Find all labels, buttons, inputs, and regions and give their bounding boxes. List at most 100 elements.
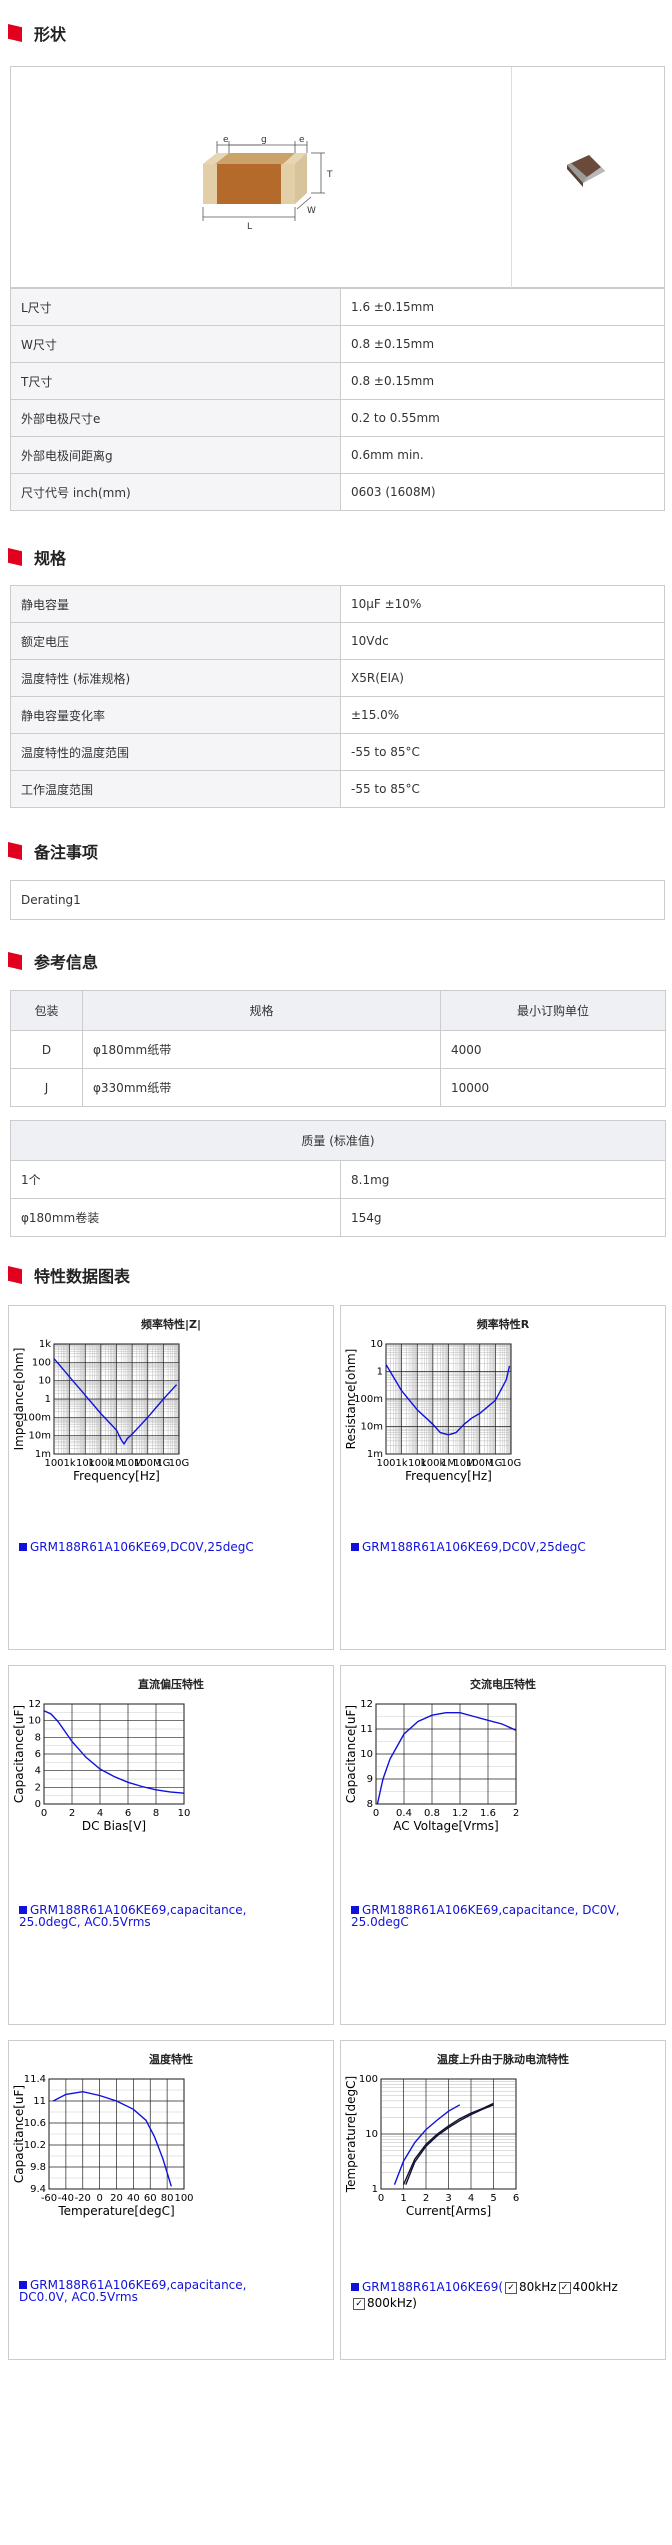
x-tick-label: 0.4: [396, 1808, 412, 1819]
table-row: 尺寸代号 inch(mm) 0603 (1608M): [10, 473, 665, 511]
y-tick-label: 11.4: [24, 2074, 46, 2085]
y-axis-label: Capacitance[uF]: [12, 2085, 26, 2183]
ripple-current-plot: 0 1 2 3 4 5 6110100Current[Arms]Temperature[de…: [344, 2074, 519, 2218]
y-tick-label: 11: [360, 1724, 373, 1735]
x-tick-label: 2: [69, 1808, 75, 1819]
table-row: 温度特性 (标准规格) X5R(EIA): [10, 659, 665, 697]
shape-image-box: e g e T L W: [10, 66, 665, 289]
chart-ac-voltage: 交流电压特性 0 0.4 0.8 1.2 1.6 2 8 9 10 11 12 AC Voltage[…: [340, 1665, 666, 2025]
y-axis-label: Temperature[degC]: [344, 2076, 358, 2193]
chart-temperature: 温度特性 -60 -40 -20 0 20 40 60 80 100 9.4 9.8 10.2 10.6…: [8, 2040, 334, 2360]
table-row: 静电容量变化率 ±15.0%: [10, 696, 665, 734]
x-tick-label: 0: [41, 1808, 47, 1819]
section-flag-icon: [8, 548, 22, 566]
x-axis-label: DC Bias[V]: [82, 1819, 146, 1833]
remarks-note: Derating1: [10, 880, 665, 920]
y-tick-label: 1m: [367, 1449, 383, 1460]
table-row: 额定电压 10Vdc: [10, 622, 665, 660]
x-tick-label: 4: [97, 1808, 103, 1819]
x-tick-label: 8: [153, 1808, 159, 1819]
x-tick-label: 0: [378, 2193, 384, 2204]
y-axis-label: Impedance[ohm]: [12, 1348, 26, 1451]
x-axis-label: Temperature[degC]: [57, 2204, 174, 2218]
dim-e2-label: e: [299, 135, 305, 145]
x-tick-label: 1.6: [480, 1808, 496, 1819]
y-tick-label: 8: [367, 1799, 373, 1810]
x-tick-label: 0: [373, 1808, 379, 1819]
section-flag-icon: [8, 1266, 22, 1284]
chart-legend: GRM188R61A106KE69(✓ 80kHz ✓ 400kHz ✓ 800kHz): [351, 2279, 661, 2311]
y-tick-label: 10.6: [24, 2118, 46, 2129]
x-tick-label: 20: [110, 2193, 123, 2204]
chart-legend: GRM188R61A106KE69,DC0V,25degC: [351, 1541, 586, 1553]
section-remarks-title: 备注事项: [8, 838, 98, 864]
y-tick-label: 100: [359, 2074, 378, 2085]
x-tick-label: 60: [144, 2193, 157, 2204]
y-tick-label: 11: [33, 2096, 46, 2107]
spec-table: 静电容量 10μF ±10% 额定电压 10Vdc 温度特性 (标准规格) X5R(E…: [10, 585, 665, 808]
y-tick-label: 8: [35, 1732, 41, 1743]
table-row: T尺寸 0.8 ±0.15mm: [10, 362, 665, 400]
section-flag-icon: [8, 952, 22, 970]
x-tick-label: 40: [127, 2193, 140, 2204]
x-axis-label: Frequency[Hz]: [73, 1469, 160, 1483]
checkbox-400khz[interactable]: ✓: [558, 2281, 571, 2294]
dim-g-label: g: [261, 135, 267, 145]
x-tick-label: 10G: [501, 1458, 521, 1469]
y-tick-label: 100m: [354, 1394, 383, 1405]
x-tick-label: 10: [178, 1808, 191, 1819]
section-spec-title: 规格: [8, 544, 66, 570]
table-row: 1个 8.1mg: [10, 1160, 666, 1199]
dim-w-label: W: [307, 206, 316, 216]
dim-e-label: e: [223, 135, 229, 145]
checkbox-80khz[interactable]: ✓: [505, 2281, 518, 2294]
y-tick-label: 4: [35, 1766, 41, 1777]
x-tick-label: 3: [445, 2193, 451, 2204]
x-tick-label: 1.2: [452, 1808, 468, 1819]
y-tick-label: 10.2: [24, 2140, 46, 2151]
y-tick-label: 10: [365, 2129, 378, 2140]
chart-resistance: 频率特性R 100 1k 10k 100k 1M 10M 100M 1G 10G 1m 10m 100…: [340, 1305, 666, 1650]
x-tick-label: 0.8: [424, 1808, 440, 1819]
y-tick-label: 10: [360, 1749, 373, 1760]
x-tick-label: 5: [490, 2193, 496, 2204]
y-tick-label: 0: [35, 1799, 41, 1810]
y-axis-label: Resistance[ohm]: [344, 1349, 358, 1450]
table-row: 温度特性的温度范围 -55 to 85°C: [10, 733, 665, 771]
checkbox-800khz[interactable]: ✓: [353, 2297, 365, 2310]
x-axis-label: Current[Arms]: [406, 2204, 491, 2218]
x-axis-label: AC Voltage[Vrms]: [393, 1819, 498, 1833]
table-row: D φ180mm纸带 4000: [10, 1030, 666, 1069]
x-tick-label: 4: [468, 2193, 474, 2204]
dim-t-label: T: [326, 170, 333, 180]
y-tick-label: 2: [35, 1782, 41, 1793]
y-tick-label: 9: [367, 1774, 373, 1785]
section-shape-title: 形状: [8, 20, 66, 46]
x-tick-label: 80: [161, 2193, 174, 2204]
x-tick-label: 6: [513, 2193, 519, 2204]
x-tick-label: 100: [174, 2193, 193, 2204]
y-tick-label: 6: [35, 1749, 41, 1760]
x-tick-label: 10G: [169, 1458, 189, 1469]
table-row: φ180mm卷装 154g: [10, 1198, 666, 1237]
table-row: W尺寸 0.8 ±0.15mm: [10, 325, 665, 363]
x-axis-label: Frequency[Hz]: [405, 1469, 492, 1483]
table-row: 静电容量 10μF ±10%: [10, 585, 665, 623]
ac-voltage-plot: 0 0.4 0.8 1.2 1.6 2 8 9 10 11 12 AC Voltage[Vrms] Ca…: [344, 1699, 519, 1833]
chart-ripple-current: 温度上升由于脉动电流特性 0 1 2 3 4 5 6 1 10 100 Current[Arms] T…: [340, 2040, 666, 2360]
table-row: J φ330mm纸带 10000: [10, 1068, 666, 1107]
chart-legend: GRM188R61A106KE69,capacitance, DC0.0V, A…: [19, 2278, 247, 2304]
x-tick-label: -40: [58, 2193, 74, 2204]
x-tick-label: 2: [513, 1808, 519, 1819]
y-tick-label: 10: [38, 1376, 51, 1387]
resistance-plot: 100 1k 10k100k1M10M100M1G10G1m10m100m110Fr…: [344, 1339, 521, 1483]
y-tick-label: 12: [360, 1699, 373, 1710]
y-tick-label: 1: [377, 1367, 383, 1378]
y-tick-label: 10: [28, 1716, 41, 1727]
section-flag-icon: [8, 24, 22, 42]
x-tick-label: 1k: [64, 1458, 76, 1469]
x-tick-label: 1k: [396, 1458, 408, 1469]
y-tick-label: 1: [372, 2184, 378, 2195]
y-tick-label: 1m: [35, 1449, 51, 1460]
y-axis-label: Capacitance[uF]: [344, 1705, 358, 1803]
